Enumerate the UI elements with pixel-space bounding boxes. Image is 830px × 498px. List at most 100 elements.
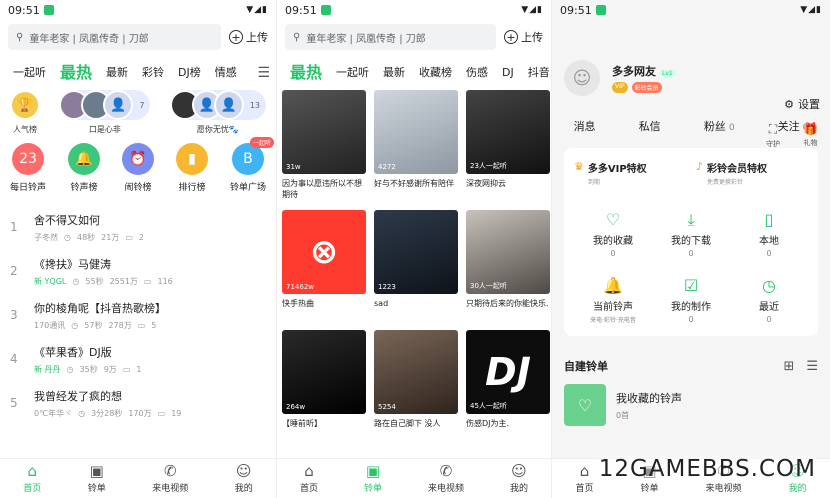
playlist-cover: 23人一起听 (466, 90, 550, 174)
my-downloads[interactable]: ⤓ 我的下载 0 (652, 210, 730, 258)
status-time: 09:51 (285, 3, 317, 17)
tab-favorites-chart[interactable]: 收藏榜 (412, 62, 459, 84)
ringback-privilege[interactable]: ♪ 彩铃会员特权 免费更换彩铃 (696, 160, 808, 186)
tab-listen-together[interactable]: 一起听 (329, 62, 376, 84)
upload-label: 上传 (521, 31, 543, 44)
manage-icon[interactable]: ☰ (806, 359, 818, 374)
recent[interactable]: ◷ 最近 0 (730, 276, 808, 324)
room-yuannwuyou[interactable]: 👤 👤 13 愿你无忧🐾 (169, 90, 266, 135)
room-koushixinfei[interactable]: 👤 7 口是心非 (59, 90, 151, 135)
guard-button[interactable]: ⛶ 守护 (766, 122, 780, 149)
local-files[interactable]: ▯ 本地 0 (730, 210, 808, 258)
rank: 3 (10, 308, 18, 322)
playlist-card[interactable]: 264w 【睡前听】 (282, 330, 366, 440)
playlist-card[interactable]: 30人一起听 只期待后来的你能快乐. (466, 210, 550, 320)
nav-mine[interactable]: ☺ 我的 (510, 463, 528, 494)
avatar[interactable]: ☺ (564, 60, 600, 96)
search-input[interactable]: ⚲ 童年老家 | 凤凰传奇 | 刀郎 (285, 24, 496, 50)
playlist-card[interactable]: 5254 路在自己脚下 没人 (374, 330, 458, 440)
collection-item[interactable]: ♡ 我收藏的铃声 0首 (552, 374, 830, 436)
menu-icon[interactable]: ☰ (257, 62, 270, 84)
popularity-chart[interactable]: 🏆 人气榜 (10, 90, 40, 135)
tab-hottest[interactable]: 最热 (283, 62, 329, 84)
kuaishou-logo-icon: ⊗ (309, 232, 339, 272)
tab-listen-together[interactable]: 一起听 (6, 62, 53, 84)
gear-icon: ⚙ (784, 97, 794, 111)
shortcut-alarm-chart[interactable]: ⏰ 闹铃榜 (121, 143, 154, 193)
nav-home[interactable]: ⌂ 首页 (300, 463, 318, 494)
download-icon: ⤓ (687, 210, 695, 229)
search-input[interactable]: ⚲ 童年老家 | 凤凰传奇 | 刀郎 (8, 24, 221, 50)
nav-call-video[interactable]: ✆ 来电视频 (428, 463, 464, 494)
shortcut-playlist-square[interactable]: B 一起听 铃单广场 (230, 137, 274, 193)
home-icon: ⌂ (304, 462, 314, 480)
status-icons: ▼◢▮ (246, 5, 268, 15)
playlist-card[interactable]: DJ 45人一起听 伤感DJ为主. (466, 330, 550, 440)
list-item[interactable]: 5 我曾经发了疯的想 0℃年华ヾ ◷ 3分28秒 170万 ▭ 19 (10, 381, 266, 425)
list-item[interactable]: 2 《搀扶》马健涛 新 YQGL ◷ 55秒 2551万 ▭ 116 (10, 249, 266, 293)
list-item[interactable]: 3 你的棱角呢【抖音热歌榜】 170通讯 ◷ 57秒 278万 ▭ 5 (10, 293, 266, 337)
list-item[interactable]: 4 《苹果香》DJ版 新 丹丹 ◷ 35秒 9万 ▭ 1 (10, 337, 266, 381)
comment-icon: ▭ (143, 276, 152, 286)
playlist-card[interactable]: 4272 好与不好感谢所有陪伴 (374, 90, 458, 200)
nav-home[interactable]: ⌂ 首页 (575, 463, 593, 494)
play-count: 1223 (378, 283, 396, 291)
song-duration: 55秒 (85, 276, 104, 286)
shortcut-ranking[interactable]: ▮ 排行榜 (175, 143, 208, 193)
play-count: 23人一起听 (470, 162, 507, 170)
song-comments: 5 (151, 320, 157, 330)
current-ringtone[interactable]: 🔔 当前铃声 来电·彩铃·充电音 (574, 276, 652, 324)
stat-fans[interactable]: 粉丝 0 (704, 118, 735, 134)
gift-button[interactable]: 🎁 礼物 (803, 122, 818, 148)
my-creations[interactable]: ☑ 我的制作 0 (652, 276, 730, 324)
song-duration: 57秒 (84, 320, 103, 330)
song-title: 《苹果香》DJ版 (34, 345, 112, 359)
feature-count: 0 (766, 315, 772, 324)
shortcut-ringtone-chart[interactable]: 🔔 铃声榜 (68, 143, 100, 193)
tab-dj[interactable]: DJ (495, 62, 521, 84)
playlist-card[interactable]: 23人一起听 深夜网抑云 (466, 90, 550, 200)
status-time: 09:51 (8, 3, 40, 17)
playlist-caption: 因为事以愿违所以不想期待 (282, 179, 362, 199)
playlist-cover: DJ 45人一起听 (466, 330, 550, 414)
section-title: 自建铃单 (564, 360, 608, 373)
song-title: 《搀扶》马健涛 (34, 257, 111, 271)
nav-home[interactable]: ⌂ 首页 (23, 463, 41, 494)
settings-button[interactable]: ⚙ 设置 (784, 96, 820, 112)
comment-icon: ▭ (125, 232, 133, 242)
vip-privilege[interactable]: ♛ 多多VIP特权 到期 (574, 160, 686, 186)
song-plays: 9万 (103, 364, 117, 374)
tab-newest[interactable]: 最新 (99, 62, 135, 84)
nav-playlist[interactable]: ▣ 铃单 (364, 463, 382, 494)
stat-messages[interactable]: 消息 (574, 118, 596, 134)
stat-private-messages[interactable]: 私信 (639, 118, 661, 134)
vip-badge: VIP (612, 82, 628, 93)
tab-douyin[interactable]: 抖音 (521, 62, 551, 84)
nav-label: 铃单 (87, 484, 106, 494)
tab-newest[interactable]: 最新 (376, 62, 412, 84)
upload-button[interactable]: + 上传 (504, 29, 543, 45)
playlist-icon: ▣ (365, 462, 381, 480)
upload-label: 上传 (246, 31, 268, 44)
my-favorites[interactable]: ♡ 我的收藏 0 (574, 210, 652, 258)
add-icon[interactable]: ⊞ (783, 359, 794, 374)
song-plays: 278万 (108, 320, 132, 330)
list-item[interactable]: 1 舍不得又如何 子冬然 ◷ 48秒 21万 ▭ 2 (10, 205, 266, 249)
playlist-card[interactable]: ⊗ 71462w 快手热曲 (282, 210, 366, 320)
tab-hottest[interactable]: 最热 (53, 62, 99, 84)
nav-mine[interactable]: ☺ 我的 (235, 463, 253, 494)
playlist-cover: 5254 (374, 330, 458, 414)
playlist-card[interactable]: 1223 sad (374, 210, 458, 320)
tab-dj[interactable]: DJ榜 (171, 62, 208, 84)
song-duration: 48秒 (76, 232, 96, 242)
nav-playlist[interactable]: ▣ 铃单 (88, 463, 106, 494)
upload-button[interactable]: + 上传 (229, 29, 268, 45)
tab-sad[interactable]: 伤感 (459, 62, 495, 84)
tab-ringback[interactable]: 彩铃 (135, 62, 171, 84)
playlist-card[interactable]: 31w 因为事以愿违所以不想期待 (282, 90, 366, 200)
nav-call-video[interactable]: ✆ 来电视频 (152, 463, 188, 494)
gift-icon: 🎁 (803, 122, 818, 136)
shortcut-daily-ringtone[interactable]: 23 每日铃声 (10, 143, 46, 193)
tab-emotion[interactable]: 情感 (208, 62, 244, 84)
nav-label: 我的 (509, 484, 528, 494)
